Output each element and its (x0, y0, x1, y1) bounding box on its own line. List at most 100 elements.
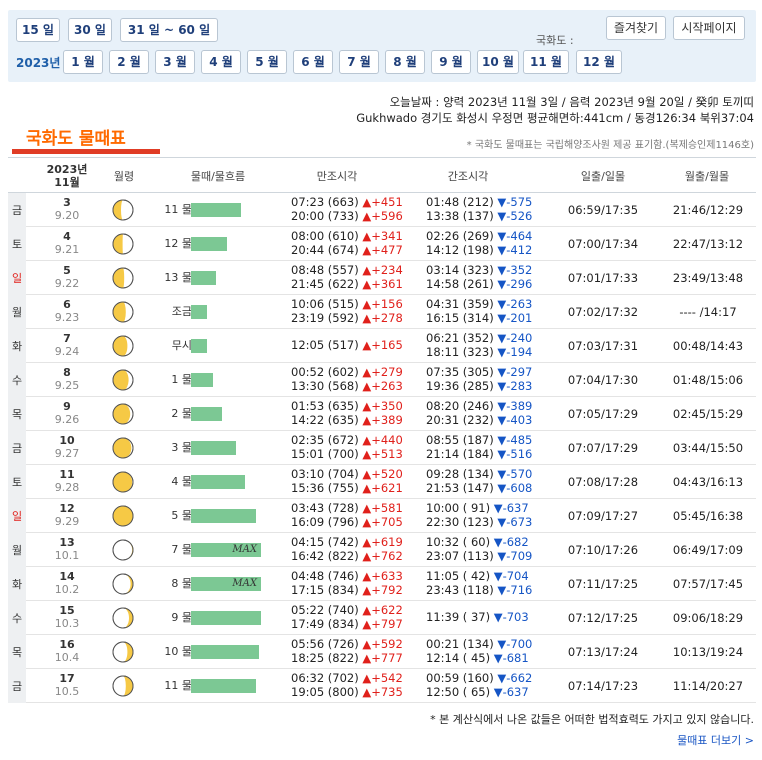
tide-flow-bar (191, 441, 236, 455)
low-tide-1: 11:05 ( 42) (426, 569, 491, 583)
solar-date: 4 (63, 230, 71, 243)
month-button-6[interactable]: 6 월 (293, 50, 333, 74)
table-row: 월 6 9.23 조금 10:06 (515) ▲+156 23:19 (592… (8, 295, 756, 329)
date-cell: 17 10.5 (50, 672, 84, 698)
high-tide-2-diff: ▲+596 (362, 209, 403, 223)
sunrise-sunset: 07:07/17:29 (567, 441, 639, 455)
lunar-date: 10.5 (54, 685, 80, 698)
weekday-cell: 일 (8, 499, 26, 533)
month-button-8[interactable]: 8 월 (385, 50, 425, 74)
high-tide-1-diff: ▲+520 (362, 467, 403, 481)
tide-flow-bar (191, 611, 261, 625)
month-button-2[interactable]: 2 월 (109, 50, 149, 74)
month-button-10[interactable]: 10 월 (477, 50, 519, 74)
tide-flow-bar (191, 407, 222, 421)
weekday-cell: 화 (8, 329, 26, 363)
moonrise-moonset: 11:14/20:27 (672, 679, 744, 693)
moon-phase-icon (112, 641, 134, 663)
sunrise-sunset: 07:13/17:24 (567, 645, 639, 659)
today-date: 오늘날짜 : 양력 2023년 11월 3일 / 음력 2023년 9월 20일… (389, 95, 754, 109)
weekday-cell: 목 (8, 635, 26, 669)
date-cell: 6 9.23 (50, 298, 84, 324)
range-31-60-button[interactable]: 31 일 ~ 60 일 (120, 18, 218, 42)
solar-date: 15 (59, 604, 75, 617)
tide-flow-bar (191, 475, 245, 489)
low-tide-cell: 07:35 (305) ▼-297 19:36 (285) ▼-283 (426, 365, 532, 393)
sunrise-sunset: 07:08/17:28 (567, 475, 639, 489)
month-button-4[interactable]: 4 월 (201, 50, 241, 74)
month-button-7[interactable]: 7 월 (339, 50, 379, 74)
low-tide-1: 02:26 (269) (426, 229, 494, 243)
table-row: 수 8 9.25 1 물 00:52 (602) ▲+279 13:30 (56… (8, 363, 756, 397)
bookmark-button[interactable]: 즐겨찾기 (606, 16, 666, 40)
high-tide-2-diff: ▲+278 (362, 311, 403, 325)
sunrise-sunset: 07:04/17:30 (567, 373, 639, 387)
table-row: 수 15 10.3 9 물 05:22 (740) ▲+622 17:49 (8… (8, 601, 756, 635)
month-button-9[interactable]: 9 월 (431, 50, 471, 74)
low-tide-1-diff: ▼-485 (497, 433, 533, 447)
lunar-date: 9.26 (54, 413, 80, 426)
high-tide-1: 12:05 (517) (291, 338, 359, 352)
low-tide-2: 23:07 (113) (426, 549, 494, 563)
today-info: 오늘날짜 : 양력 2023년 11월 3일 / 음력 2023년 9월 20일… (356, 94, 754, 126)
low-tide-2: 12:14 ( 45) (426, 651, 491, 665)
tide-name: 1 물 (171, 373, 192, 386)
solar-date: 14 (59, 570, 75, 583)
range-15-button[interactable]: 15 일 (16, 18, 60, 42)
weekday-cell: 월 (8, 295, 26, 329)
moon-phase-icon (112, 505, 134, 527)
low-tide-cell: 02:26 (269) ▼-464 14:12 (198) ▼-412 (426, 229, 532, 257)
high-tide-2-diff: ▲+792 (362, 583, 403, 597)
low-tide-2: 16:15 (314) (426, 311, 494, 325)
high-tide-1: 06:32 (702) (291, 671, 359, 685)
lunar-date: 9.22 (54, 277, 80, 290)
date-cell: 4 9.21 (50, 230, 84, 256)
tide-flow-bar (191, 305, 207, 319)
lunar-date: 9.28 (54, 481, 80, 494)
low-tide-2: 23:43 (118) (426, 583, 494, 597)
low-tide-1: 03:14 (323) (426, 263, 494, 277)
high-tide-cell: 00:52 (602) ▲+279 13:30 (568) ▲+263 (291, 365, 403, 393)
lunar-date: 9.27 (54, 447, 80, 460)
low-tide-2: 21:14 (184) (426, 447, 494, 461)
range-30-button[interactable]: 30 일 (68, 18, 112, 42)
high-tide-cell: 03:10 (704) ▲+520 15:36 (755) ▲+621 (291, 467, 403, 495)
moonrise-moonset: 06:49/17:09 (672, 543, 744, 557)
high-tide-1: 02:35 (672) (291, 433, 359, 447)
moonrise-moonset: 03:44/15:50 (672, 441, 744, 455)
high-tide-2: 19:05 (800) (291, 685, 359, 699)
low-tide-2: 13:38 (137) (426, 209, 494, 223)
header-high-tide: 만조시각 (316, 169, 358, 183)
moonrise-moonset: 04:43/16:13 (672, 475, 744, 489)
sunrise-sunset: 07:14/17:23 (567, 679, 639, 693)
moon-phase-icon (112, 607, 134, 629)
table-row: 목 9 9.26 2 물 01:53 (635) ▲+350 14:22 (63… (8, 397, 756, 431)
date-cell: 13 10.1 (50, 536, 84, 562)
title-underline (12, 149, 160, 154)
moon-phase-icon (112, 437, 134, 459)
low-tide-1-diff: ▼-637 (493, 501, 529, 515)
low-tide-2: 20:31 (232) (426, 413, 494, 427)
table-row: 토 4 9.21 12 물 08:00 (610) ▲+341 20:44 (6… (8, 227, 756, 261)
tide-name: 9 물 (171, 611, 192, 624)
month-button-3[interactable]: 3 월 (155, 50, 195, 74)
high-tide-2-diff: ▲+477 (362, 243, 403, 257)
date-cell: 8 9.25 (50, 366, 84, 392)
low-tide-2: 21:53 (147) (426, 481, 494, 495)
moon-phase-icon (112, 539, 134, 561)
high-tide-1: 00:52 (602) (291, 365, 359, 379)
month-button-11[interactable]: 11 월 (523, 50, 569, 74)
set-homepage-button[interactable]: 시작페이지 (673, 16, 745, 40)
low-tide-1-diff: ▼-700 (497, 637, 533, 651)
header-month: 11월 (54, 176, 80, 189)
low-tide-1-diff: ▼-662 (497, 671, 533, 685)
low-tide-cell: 11:39 ( 37) ▼-703 (426, 610, 529, 624)
high-tide-cell: 10:06 (515) ▲+156 23:19 (592) ▲+278 (291, 297, 403, 325)
more-tide-link[interactable]: 물때표 더보기 > (677, 732, 754, 748)
high-tide-1-diff: ▲+622 (362, 603, 403, 617)
month-button-5[interactable]: 5 월 (247, 50, 287, 74)
month-button-1[interactable]: 1 월 (63, 50, 103, 74)
moon-phase-icon (112, 301, 134, 323)
month-button-12[interactable]: 12 월 (576, 50, 622, 74)
solar-date: 11 (59, 468, 75, 481)
